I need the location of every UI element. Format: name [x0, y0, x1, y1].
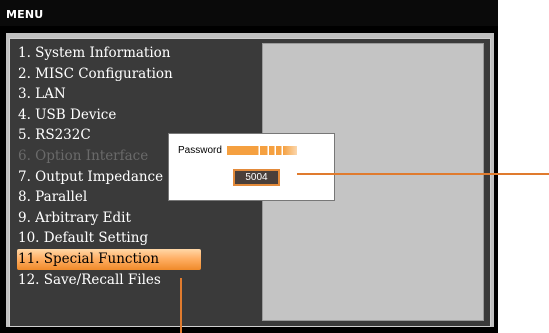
callout-line-special-function	[180, 278, 182, 333]
menu-item-misc-configuration[interactable]: 2. MISC Configuration	[18, 64, 208, 85]
menu-item-default-setting[interactable]: 10. Default Setting	[18, 228, 208, 249]
menu-item-arbitrary-edit[interactable]: 9. Arbitrary Edit	[18, 208, 208, 229]
menu-item-lan[interactable]: 3. LAN	[18, 84, 208, 105]
password-label: Password	[178, 145, 222, 156]
callout-line-password	[297, 173, 549, 175]
title-bar: MENU	[0, 0, 498, 26]
password-accent-bar	[227, 146, 297, 155]
password-dialog: Password 5004	[168, 133, 335, 201]
password-field[interactable]: 5004	[233, 169, 280, 186]
menu-item-special-function[interactable]: 11. Special Function	[17, 248, 201, 270]
menu-item-usb-device[interactable]: 4. USB Device	[18, 105, 208, 126]
menu-item-system-information[interactable]: 1. System Information	[18, 43, 208, 64]
instrument-screen: MENU 1. System Information 2. MISC Confi…	[0, 0, 498, 333]
window-title: MENU	[6, 8, 44, 21]
